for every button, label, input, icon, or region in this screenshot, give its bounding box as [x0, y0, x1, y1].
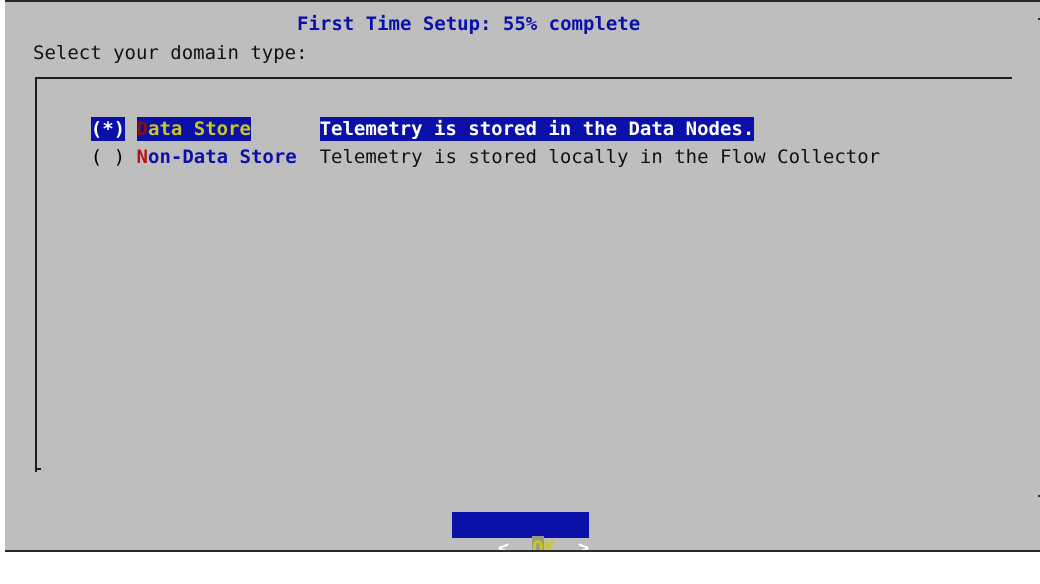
setup-dialog: First Time Setup: 55% complete Select yo… [5, 0, 1040, 561]
dialog-title: First Time Setup: 55% complete [297, 13, 641, 35]
list-box-corner [35, 468, 41, 470]
below-dialog-area [5, 552, 1040, 561]
top-border [5, 0, 1040, 2]
ok-button[interactable]: < OK > [452, 512, 590, 560]
domain-type-prompt: Select your domain type: [33, 42, 308, 64]
option-non-data-store[interactable]: ( ) Non-Data Store Telemetry is stored l… [45, 121, 880, 168]
option-hotkey: N [136, 146, 148, 168]
option-label: on-Data Store [148, 146, 297, 168]
option-data-store[interactable]: (*) Data Store Telemetry is stored in th… [45, 93, 755, 141]
radio-marker-unselected[interactable]: ( ) [91, 145, 125, 169]
option-description: Telemetry is stored locally in the Flow … [319, 146, 881, 168]
